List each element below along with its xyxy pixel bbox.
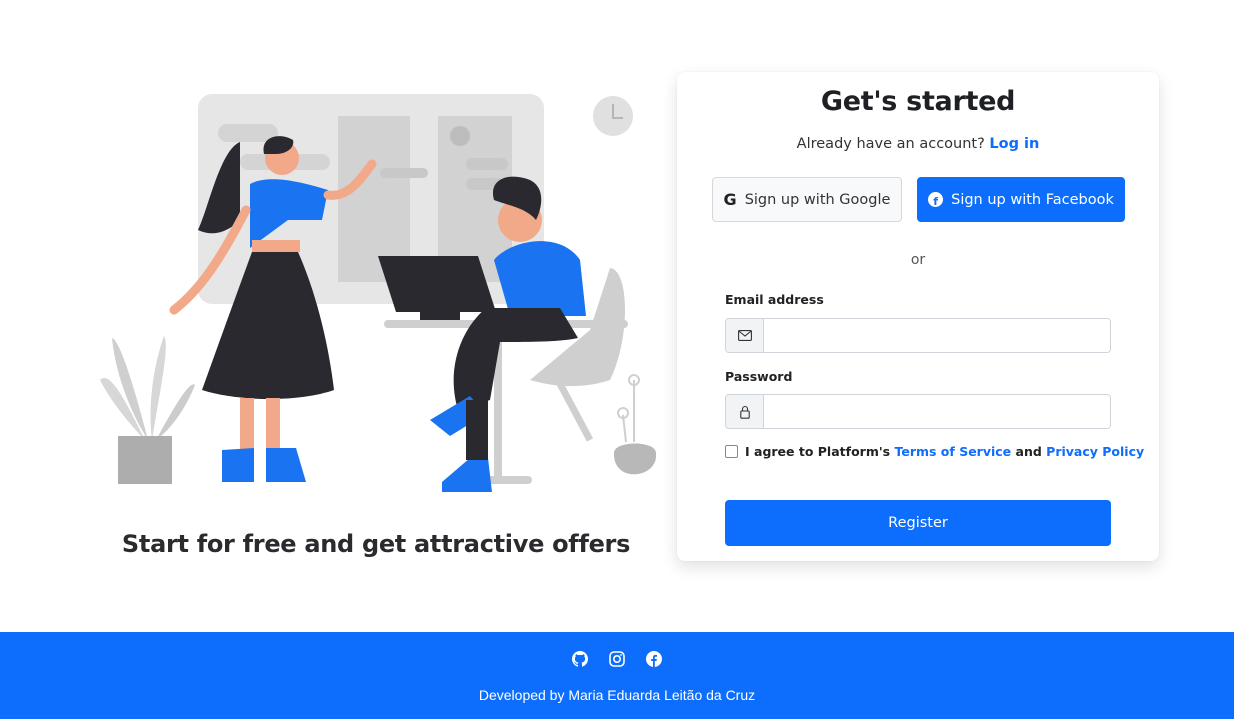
email-field[interactable] <box>764 319 1110 352</box>
social-links <box>0 650 1234 667</box>
privacy-policy-link[interactable]: Privacy Policy <box>1046 444 1144 459</box>
facebook-signup-button[interactable]: f Sign up with Facebook <box>917 177 1125 222</box>
password-field-group <box>725 394 1111 429</box>
lock-icon <box>726 395 764 428</box>
envelope-icon <box>726 319 764 352</box>
login-link[interactable]: Log in <box>989 136 1039 152</box>
password-field[interactable] <box>764 395 1110 428</box>
tagline: Start for free and get attractive offers <box>121 530 631 558</box>
email-label: Email address <box>725 292 824 307</box>
facebook-signup-label: Sign up with Facebook <box>951 191 1114 208</box>
agree-prefix: I agree to Platform's <box>745 444 891 459</box>
email-field-group <box>725 318 1111 353</box>
login-prompt-row: Already have an account? Log in <box>677 136 1159 152</box>
login-prompt: Already have an account? <box>796 136 985 152</box>
terms-text: I agree to Platform's Terms of Service a… <box>745 444 1144 459</box>
people-working-illustration <box>90 80 670 510</box>
developer-credit: Developed by Maria Eduarda Leitão da Cru… <box>478 687 756 703</box>
google-icon: G <box>723 190 737 209</box>
google-signup-button[interactable]: G Sign up with Google <box>712 177 902 222</box>
instagram-icon[interactable] <box>609 650 626 667</box>
password-label: Password <box>725 369 793 384</box>
footer: Developed by Maria Eduarda Leitão da Cru… <box>0 632 1234 719</box>
or-divider: or <box>910 252 926 268</box>
signup-card: Get's started Already have an account? L… <box>677 72 1159 561</box>
terms-of-service-link[interactable]: Terms of Service <box>894 444 1011 459</box>
register-button[interactable]: Register <box>725 500 1111 546</box>
page-title: Get's started <box>820 86 1016 117</box>
terms-checkbox[interactable] <box>725 445 738 458</box>
facebook-icon: f <box>928 192 944 207</box>
terms-agreement: I agree to Platform's Terms of Service a… <box>725 444 1144 459</box>
agree-and: and <box>1015 444 1042 459</box>
github-icon[interactable] <box>572 650 589 667</box>
google-signup-label: Sign up with Google <box>744 191 891 208</box>
facebook-icon[interactable] <box>646 650 663 667</box>
